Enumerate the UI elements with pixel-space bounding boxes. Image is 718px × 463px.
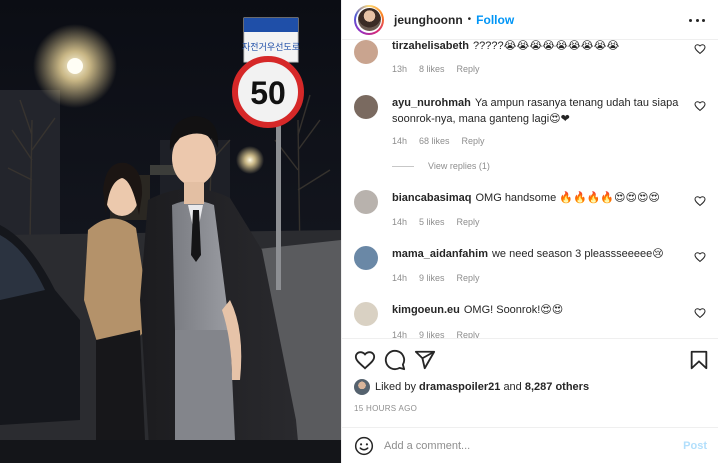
- author-username[interactable]: jeunghoonn: [394, 13, 463, 27]
- comment-heart-icon[interactable]: [694, 251, 706, 263]
- reply-button[interactable]: Reply: [457, 273, 480, 283]
- comment-text: OMG handsome 🔥🔥🔥🔥😍😍😍😍: [475, 192, 660, 204]
- bookmark-icon[interactable]: [688, 349, 710, 371]
- separator-dot: •: [467, 14, 472, 25]
- reply-button[interactable]: Reply: [462, 136, 485, 146]
- comment-time[interactable]: 13h: [392, 64, 407, 74]
- likes-count[interactable]: 8,287 others: [525, 381, 589, 393]
- liker-username[interactable]: dramaspoiler21: [419, 381, 500, 393]
- comment-time[interactable]: 14h: [392, 136, 407, 146]
- speed-limit-text: 50: [250, 75, 286, 111]
- likes-summary[interactable]: Liked by dramaspoiler21 and 8,287 others: [354, 379, 589, 395]
- comment-time[interactable]: 14h: [392, 273, 407, 283]
- comment-likes[interactable]: 9 likes: [419, 273, 445, 283]
- share-icon[interactable]: [414, 349, 436, 371]
- likes-prefix: Liked by: [375, 381, 416, 393]
- commenter-avatar[interactable]: [354, 95, 378, 119]
- commenter-avatar[interactable]: [354, 302, 378, 326]
- commenter-avatar[interactable]: [354, 40, 378, 64]
- likes-middle: and: [503, 381, 522, 393]
- post-header: jeunghoonn • Follow: [342, 0, 718, 40]
- author-avatar[interactable]: [354, 4, 384, 35]
- comment-likes[interactable]: 8 likes: [419, 64, 445, 74]
- post-timestamp[interactable]: 15 HOURS AGO: [354, 404, 417, 413]
- reply-button[interactable]: Reply: [457, 330, 480, 338]
- comment-time[interactable]: 14h: [392, 217, 407, 227]
- liker-avatar: [354, 379, 370, 395]
- view-replies-label: View replies (1): [428, 161, 490, 171]
- reply-button[interactable]: Reply: [457, 64, 480, 74]
- view-replies-button[interactable]: View replies (1): [392, 161, 490, 171]
- comment-username[interactable]: kimgoeun.eu: [392, 304, 460, 316]
- comment-icon[interactable]: [384, 349, 406, 371]
- follow-button[interactable]: Follow: [476, 13, 514, 27]
- comment-username[interactable]: mama_aidanfahim: [392, 248, 488, 260]
- comment-heart-icon[interactable]: [694, 195, 706, 207]
- post-action-bar: [342, 338, 718, 378]
- more-options-icon[interactable]: [689, 12, 705, 28]
- reply-button[interactable]: Reply: [457, 217, 480, 227]
- comments-list[interactable]: tirzahelisabeth ?????😭😭😭😭😭😭😭😭😭 13h 8 likes…: [342, 40, 718, 338]
- road-sign-text: 자전거우선도로: [242, 42, 300, 53]
- comment-heart-icon[interactable]: [694, 100, 706, 112]
- heart-icon[interactable]: [354, 349, 376, 371]
- comment-text: we need season 3 pleassseeeee😢: [491, 248, 664, 260]
- comment-text: ?????😭😭😭😭😭😭😭😭😭: [473, 40, 620, 52]
- post-detail-panel: jeunghoonn • Follow tirzahelisabeth?????…: [341, 0, 718, 463]
- comment-likes[interactable]: 68 likes: [419, 136, 450, 146]
- post-photo[interactable]: 자전거우선도로 50: [0, 0, 341, 463]
- comment-username[interactable]: ayu_nurohmah: [392, 97, 471, 109]
- comment-heart-icon[interactable]: [694, 307, 706, 319]
- comment-likes[interactable]: 9 likes: [419, 330, 445, 338]
- commenter-avatar[interactable]: [354, 246, 378, 270]
- commenter-avatar[interactable]: [354, 190, 378, 214]
- photo-scene: 자전거우선도로 50: [0, 0, 341, 463]
- comment-username[interactable]: tirzahelisabeth: [392, 40, 469, 52]
- post-comment-button[interactable]: Post: [683, 440, 707, 452]
- emoji-icon[interactable]: [354, 436, 374, 456]
- comment-likes[interactable]: 5 likes: [419, 217, 445, 227]
- comment-text: OMG! Soonrok!😍😍: [463, 304, 564, 316]
- comment-time[interactable]: 14h: [392, 330, 407, 338]
- comment-heart-icon[interactable]: [694, 43, 706, 55]
- comment-username[interactable]: biancabasimaq: [392, 192, 471, 204]
- comment-input[interactable]: Add a comment...: [384, 440, 718, 452]
- add-comment-bar: Add a comment... Post: [342, 427, 718, 463]
